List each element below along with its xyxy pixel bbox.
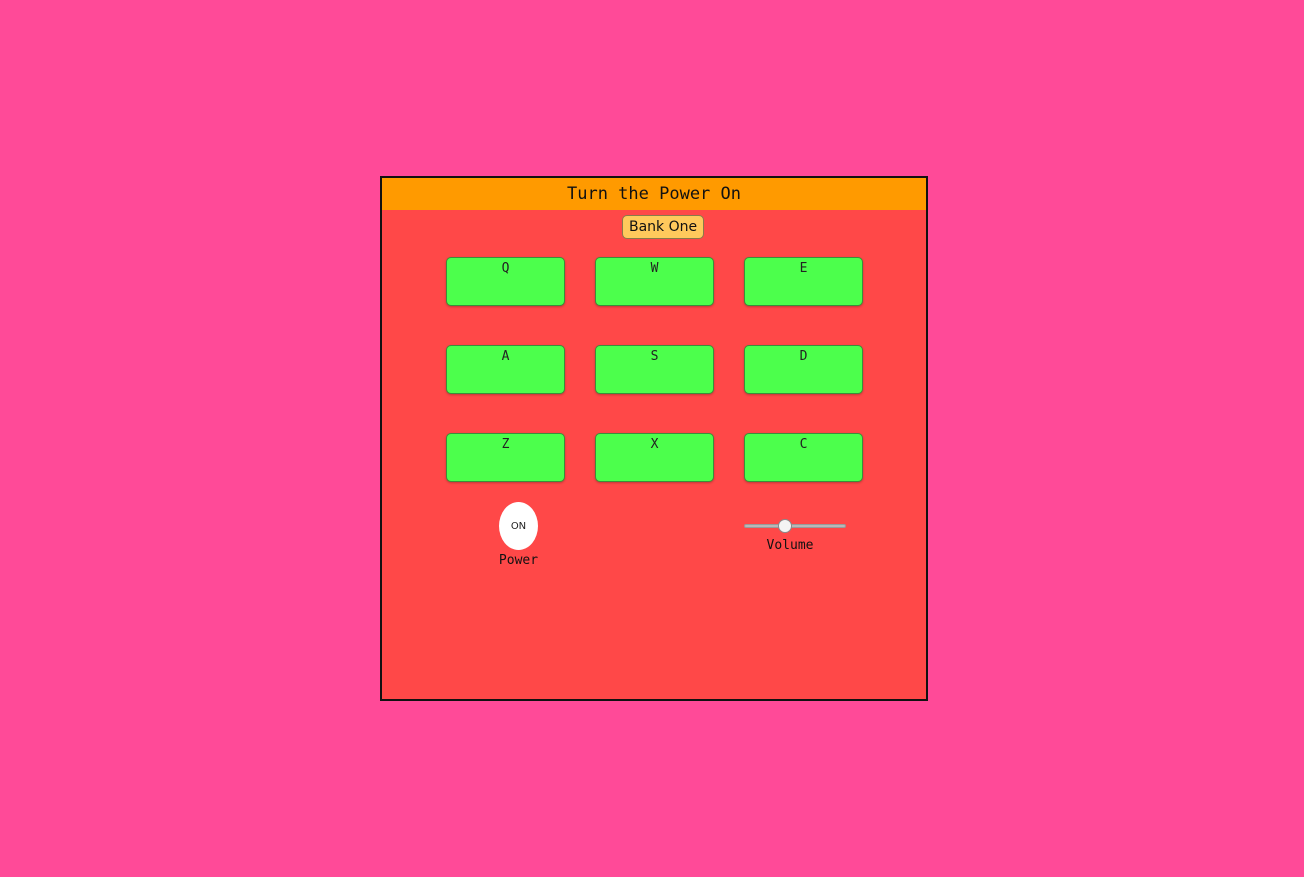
drum-pad-w[interactable]: W (595, 257, 714, 306)
volume-thumb[interactable] (777, 519, 792, 533)
drum-pad-z[interactable]: Z (446, 433, 565, 482)
power-label: Power (498, 553, 539, 568)
volume-track[interactable] (744, 524, 846, 528)
bank-button[interactable]: Bank One (622, 215, 705, 239)
drum-machine: Turn the Power On Bank One Q W E A S D Z… (380, 176, 928, 701)
drum-pad-a[interactable]: A (446, 345, 565, 394)
drum-pad-s[interactable]: S (595, 345, 714, 394)
drum-pad-e[interactable]: E (744, 257, 863, 306)
power-button[interactable]: ON (499, 502, 538, 550)
drum-pad-q[interactable]: Q (446, 257, 565, 306)
display: Turn the Power On (382, 178, 926, 210)
drum-pad-c[interactable]: C (744, 433, 863, 482)
volume-slider[interactable] (744, 519, 846, 533)
volume-label: Volume (766, 538, 814, 553)
drum-pad-x[interactable]: X (595, 433, 714, 482)
drum-pad-d[interactable]: D (744, 345, 863, 394)
